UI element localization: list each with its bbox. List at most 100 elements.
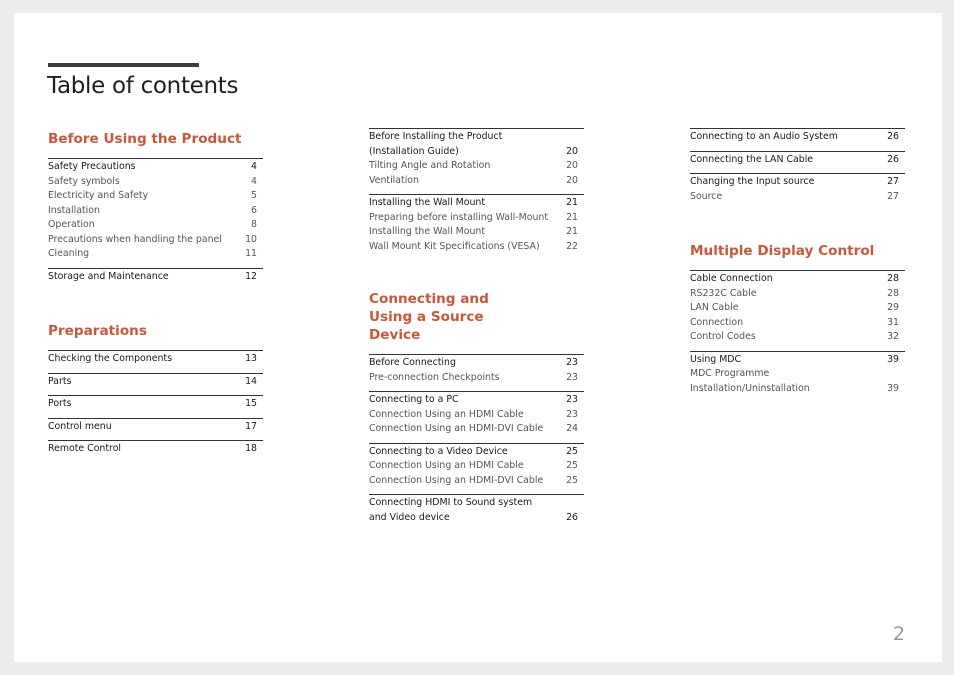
toc-entry-main[interactable]: Connecting the LAN Cable 26 <box>690 153 905 168</box>
title-accent-bar <box>48 63 199 67</box>
toc-entry-main[interactable]: Safety Precautions 4 <box>48 160 263 175</box>
section-title: Before Using the Product <box>48 131 242 147</box>
entry-page-number: 23 <box>566 357 578 368</box>
toc-entry-main[interactable]: Connecting to a PC 23 <box>369 393 584 408</box>
toc-entry-sub[interactable]: Connection Using an HDMI-DVI Cable 25 <box>369 474 584 489</box>
entry-label: Connecting HDMI to Sound system and Vide… <box>369 497 533 523</box>
toc-entry-main[interactable]: Ports 15 <box>48 397 263 412</box>
toc-entry-main[interactable]: Remote Control 18 <box>48 442 263 457</box>
toc-entry-sub[interactable]: Tilting Angle and Rotation 20 <box>369 159 584 174</box>
entry-label: Safety Precautions <box>48 161 136 172</box>
toc-entry-main[interactable]: Before Installing the Product (Installat… <box>369 130 584 159</box>
entry-page-number: 26 <box>887 131 899 142</box>
entry-page-number: 27 <box>887 176 899 187</box>
entry-page-number: 21 <box>566 226 578 237</box>
toc-entry-sub[interactable]: Safety symbols 4 <box>48 175 263 190</box>
section-title: Connecting and Using a Source Device <box>369 291 489 343</box>
entry-label: MDC Programme Installation/Uninstallatio… <box>690 368 810 394</box>
toc-entry-main[interactable]: Control menu 17 <box>48 420 263 435</box>
toc-section: Preparations Checking the Components 13 Par… <box>48 322 263 457</box>
toc-entry-sub[interactable]: Electricity and Safety 5 <box>48 189 263 204</box>
toc-column-2: Before Installing the Product (Installat… <box>369 128 584 525</box>
entry-label: Remote Control <box>48 443 122 454</box>
toc-entry-sub[interactable]: Pre-connection Checkpoints 23 <box>369 371 584 386</box>
entry-label: Ports <box>48 398 72 409</box>
toc-entry-sub[interactable]: Preparing before installing Wall-Mount 21 <box>369 211 584 226</box>
entry-label: Parts <box>48 375 72 387</box>
entry-page-number: 24 <box>566 423 578 434</box>
entry-label: Connection Using an HDMI Cable <box>369 460 524 471</box>
toc-group: Checking the Components 13 <box>48 350 263 367</box>
entry-page-number: 21 <box>566 197 578 208</box>
entry-page-number: 6 <box>251 204 257 216</box>
entry-label: Connecting to an Audio System <box>690 131 838 142</box>
entry-label: Tilting Angle and Rotation <box>369 160 491 171</box>
entry-label: Ventilation <box>369 174 419 186</box>
entry-label: Cleaning <box>48 248 90 259</box>
entry-label: Connection Using an HDMI-DVI Cable <box>369 474 544 486</box>
entry-page-number: 17 <box>245 420 257 432</box>
toc-column-3: Connecting to an Audio System 26 Connectin… <box>690 128 905 396</box>
toc-entry-main[interactable]: Parts 14 <box>48 375 263 390</box>
entry-page-number: 27 <box>887 190 899 202</box>
entry-page-number: 23 <box>566 394 578 405</box>
entry-label: Connecting to a PC <box>369 394 459 405</box>
toc-entry-main[interactable]: Before Connecting 23 <box>369 356 584 371</box>
toc-group: Installing the Wall Mount 21 Preparing bef… <box>369 194 584 254</box>
entry-label: Installation <box>48 204 100 216</box>
toc-entry-main[interactable]: Connecting to a Video Device 25 <box>369 445 584 460</box>
entry-page-number: 29 <box>887 302 899 313</box>
entry-page-number: 12 <box>245 270 257 282</box>
toc-group: Parts 14 <box>48 372 263 390</box>
toc-entry-main[interactable]: Changing the Input source 27 <box>690 175 905 190</box>
entry-page-number: 4 <box>251 161 257 172</box>
toc-entry-sub[interactable]: RS232C Cable 28 <box>690 287 905 302</box>
document-page: Table of contents Before Using the Produ… <box>14 13 942 662</box>
toc-entry-sub[interactable]: Installing the Wall Mount 21 <box>369 225 584 240</box>
toc-entry-sub[interactable]: Connection Using an HDMI Cable 25 <box>369 459 584 474</box>
toc-entry-main[interactable]: Using MDC 39 <box>690 353 905 368</box>
entry-label: Using MDC <box>690 353 742 365</box>
entry-page-number: 25 <box>566 445 578 457</box>
toc-section: Connecting and Using a Source Device Befo… <box>369 290 584 525</box>
toc-entry-sub[interactable]: LAN Cable 29 <box>690 301 905 316</box>
entry-page-number: 26 <box>566 511 578 523</box>
entry-label: Connecting the LAN Cable <box>690 153 814 165</box>
toc-section: Multiple Display Control Cable Connection… <box>690 242 905 396</box>
toc-entry-sub[interactable]: Connection Using an HDMI-DVI Cable 24 <box>369 422 584 437</box>
toc-column-1: Before Using the Product Safety Precautio… <box>48 130 263 457</box>
toc-entry-sub[interactable]: Source 27 <box>690 190 905 205</box>
toc-entry-sub[interactable]: Installation 6 <box>48 204 263 219</box>
toc-entry-main[interactable]: Connecting HDMI to Sound system and Vide… <box>369 496 584 525</box>
toc-entry-sub[interactable]: Ventilation 20 <box>369 174 584 189</box>
toc-entry-sub[interactable]: Control Codes 32 <box>690 330 905 345</box>
entry-page-number: 4 <box>251 175 257 187</box>
toc-entry-sub[interactable]: Connection 31 <box>690 316 905 331</box>
page-number: 2 <box>892 623 905 645</box>
toc-entry-sub[interactable]: Connection Using an HDMI Cable 23 <box>369 408 584 423</box>
entry-page-number: 32 <box>887 331 899 342</box>
entry-page-number: 18 <box>245 443 257 454</box>
entry-label: Source <box>690 190 723 202</box>
entry-label: Cable Connection <box>690 273 773 284</box>
entry-label: Installing the Wall Mount <box>369 226 486 237</box>
entry-page-number: 5 <box>251 190 257 201</box>
toc-entry-sub[interactable]: Precautions when handling the panel 10 <box>48 233 263 248</box>
toc-entry-main[interactable]: Storage and Maintenance 12 <box>48 270 263 285</box>
toc-group: Cable Connection 28 RS232C Cable 28 LAN Cabl… <box>690 270 905 345</box>
page-title: Table of contents <box>47 73 239 99</box>
toc-entry-main[interactable]: Installing the Wall Mount 21 <box>369 196 584 211</box>
toc-entry-main[interactable]: Checking the Components 13 <box>48 352 263 367</box>
toc-entry-sub[interactable]: MDC Programme Installation/Uninstallatio… <box>690 367 905 396</box>
entry-page-number: 21 <box>566 211 578 223</box>
toc-group: Ports 15 <box>48 395 263 412</box>
toc-entry-sub[interactable]: Cleaning 11 <box>48 247 263 262</box>
toc-entry-sub[interactable]: Wall Mount Kit Specifications (VESA) 22 <box>369 240 584 255</box>
toc-entry-main[interactable]: Cable Connection 28 <box>690 272 905 287</box>
toc-group: Using MDC 39 MDC Programme Installation/Un… <box>690 350 905 397</box>
toc-entry-sub[interactable]: Operation 8 <box>48 218 263 233</box>
toc-entry-main[interactable]: Connecting to an Audio System 26 <box>690 130 905 145</box>
toc-group: Connecting HDMI to Sound system and Vide… <box>369 494 584 525</box>
toc-group: Remote Control 18 <box>48 440 263 457</box>
section-title: Preparations <box>48 323 147 339</box>
